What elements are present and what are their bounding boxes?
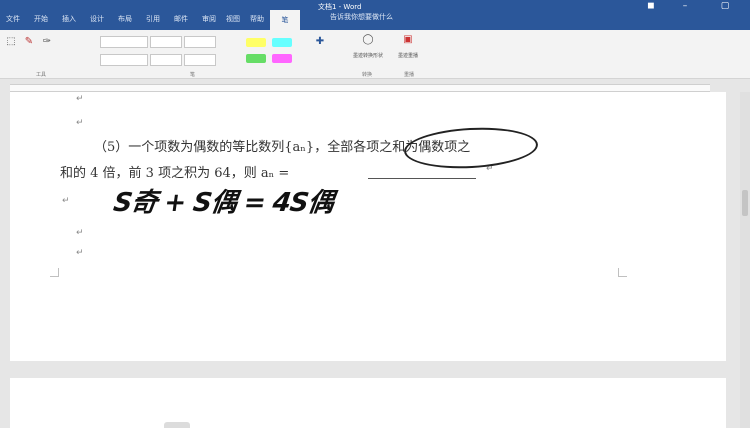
vertical-scrollbar[interactable] bbox=[740, 92, 750, 428]
select-icon[interactable]: ⬚ bbox=[4, 36, 18, 47]
pen-4[interactable] bbox=[100, 54, 148, 66]
ink-ellipse bbox=[403, 124, 539, 172]
paragraph-mark: ↵ bbox=[76, 228, 84, 238]
scrollbar-thumb[interactable] bbox=[742, 190, 748, 216]
tab-design[interactable]: 设计 bbox=[90, 12, 104, 26]
tab-draw[interactable]: 笔 bbox=[270, 10, 300, 30]
highlighter-green[interactable] bbox=[246, 54, 266, 63]
maximize-icon[interactable]: ▢ bbox=[720, 1, 730, 11]
tab-view[interactable]: 视图 bbox=[226, 12, 240, 26]
margin-corner bbox=[618, 268, 627, 277]
highlighter-pink[interactable] bbox=[272, 54, 292, 63]
horizontal-ruler[interactable] bbox=[10, 84, 710, 92]
pen-6[interactable] bbox=[184, 54, 216, 66]
handwriting-ink: S奇 + S偶 = 4S偶 bbox=[111, 188, 335, 218]
page-content-fragment bbox=[164, 422, 190, 428]
answer-blank bbox=[368, 178, 476, 179]
pen-2[interactable] bbox=[150, 36, 182, 48]
document-page[interactable]: ↵ ↵ （5）一个项数为偶数的等比数列{aₙ}，全部各项之和为偶数项之 和的 4… bbox=[10, 92, 726, 361]
pen-5[interactable] bbox=[150, 54, 182, 66]
tell-me-search[interactable]: 告诉我你想要做什么 bbox=[330, 12, 393, 22]
user-icon[interactable]: ◼ bbox=[646, 1, 656, 11]
paragraph-mark: ↵ bbox=[76, 118, 84, 128]
tab-review[interactable]: 审阅 bbox=[202, 12, 216, 26]
highlighter-yellow[interactable] bbox=[246, 38, 266, 47]
document-title: 文档1 - Word bbox=[318, 3, 362, 11]
tab-draw-label: 笔 bbox=[281, 16, 289, 24]
tab-file[interactable]: 文件 bbox=[6, 12, 20, 26]
tab-mailings[interactable]: 邮件 bbox=[174, 12, 188, 26]
ribbon: ⬚ ✎ ✑ ✚ ◯ 墨迹转换形状 ▣ 墨迹重播 工具 笔 转换 重播 bbox=[0, 30, 750, 79]
add-pen-icon[interactable]: ✚ bbox=[312, 36, 328, 47]
minimize-icon[interactable]: – bbox=[680, 1, 690, 11]
tab-insert[interactable]: 插入 bbox=[62, 12, 76, 26]
pen-1[interactable] bbox=[100, 36, 148, 48]
paragraph-mark: ↵ bbox=[62, 196, 70, 206]
paragraph-mark: ↵ bbox=[76, 94, 84, 104]
tab-layout[interactable]: 布局 bbox=[118, 12, 132, 26]
tab-home[interactable]: 开始 bbox=[34, 12, 48, 26]
highlighter-cyan[interactable] bbox=[272, 38, 292, 47]
group-label-pens: 笔 bbox=[190, 72, 196, 78]
paragraph-mark: ↵ bbox=[76, 248, 84, 258]
group-label-tools: 工具 bbox=[36, 72, 47, 78]
ink-to-shape-label: 墨迹转换形状 bbox=[352, 53, 383, 59]
title-bar: 文件 开始 插入 设计 布局 引用 邮件 审阅 视图 帮助 笔 文档1 - Wo… bbox=[0, 0, 750, 30]
eraser-icon[interactable]: ✎ bbox=[22, 36, 36, 47]
pen-3[interactable] bbox=[184, 36, 216, 48]
ink-replay-label: 墨迹重播 bbox=[397, 53, 418, 59]
group-label-convert: 转换 bbox=[362, 72, 373, 78]
tab-help[interactable]: 帮助 bbox=[250, 12, 264, 26]
group-label-replay: 重播 bbox=[404, 72, 415, 78]
ink-to-shape-icon[interactable]: ◯ bbox=[360, 34, 376, 45]
document-page-2[interactable] bbox=[10, 378, 726, 428]
margin-corner bbox=[50, 268, 59, 277]
ink-replay-icon[interactable]: ▣ bbox=[400, 34, 416, 45]
question-line-2: 和的 4 倍，前 3 项之积为 64，则 aₙ = bbox=[60, 166, 290, 181]
tab-references[interactable]: 引用 bbox=[146, 12, 160, 26]
lasso-icon[interactable]: ✑ bbox=[40, 36, 54, 47]
